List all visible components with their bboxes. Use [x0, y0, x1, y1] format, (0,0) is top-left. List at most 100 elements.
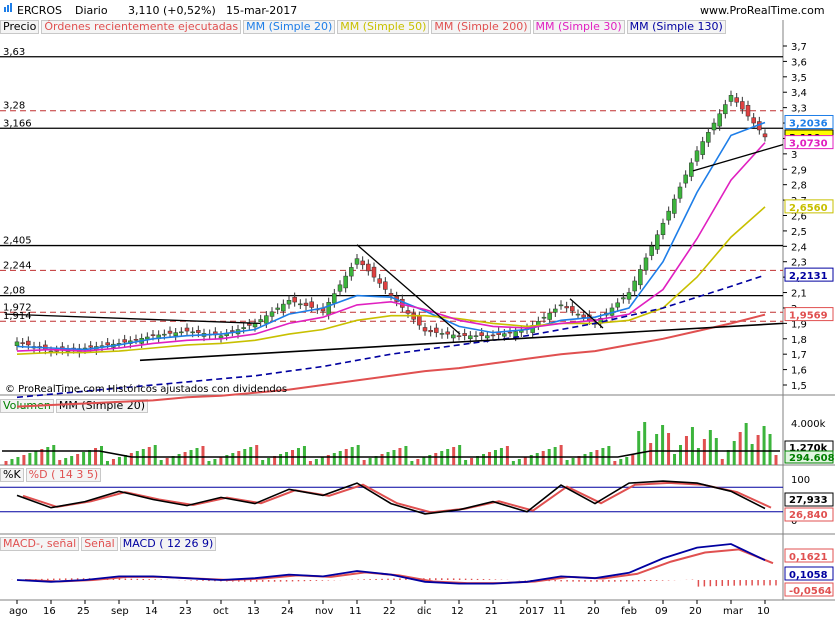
volume-bar [82, 452, 86, 465]
volume-bar [100, 446, 104, 465]
x-tick-label: 14 [145, 606, 158, 617]
x-tick-label: oct [213, 606, 229, 617]
volume-bar [649, 443, 653, 465]
price-tick-label: 3,3 [791, 104, 807, 115]
trendline [4, 313, 261, 325]
volume-bar [774, 455, 778, 465]
price-tick-label: 1,7 [791, 350, 807, 361]
candle-body [666, 210, 671, 221]
candle-body [88, 345, 93, 348]
volume-bar [177, 454, 181, 465]
volume-bar [4, 461, 8, 465]
chart-canvas[interactable]: 3,73,63,53,43,33,23,132,92,82,72,62,52,4… [0, 0, 835, 620]
candle-body [360, 260, 365, 266]
candle-body [428, 330, 433, 333]
candle-body [711, 122, 717, 131]
candle-body [632, 280, 637, 292]
candle-body [660, 222, 666, 236]
candle-body [241, 327, 246, 330]
volume-bar [285, 452, 289, 465]
candle-body [133, 339, 139, 341]
candle-body [626, 292, 632, 300]
candle-body [485, 335, 490, 339]
volume-bar [70, 456, 74, 465]
price-tick-label: 2,8 [791, 181, 807, 192]
candle-body [507, 331, 513, 334]
x-tick-label: 23 [179, 606, 192, 617]
chart-footnote: © ProRealTime.com Históricos ajustados c… [5, 383, 287, 395]
price-tick-label: 3,7 [791, 42, 807, 53]
volume-bar [768, 434, 772, 465]
volume-bar [231, 453, 235, 465]
volume-bar [237, 451, 241, 465]
candle-body [655, 234, 660, 250]
candle-body [745, 105, 751, 117]
candle-body [581, 314, 586, 318]
volume-bar [183, 452, 187, 465]
x-tick-label: nov [315, 606, 333, 617]
volume-bar [64, 458, 68, 465]
value-tag-label: -0,0564 [789, 586, 832, 597]
candle-body [462, 333, 467, 336]
level-label: 3,166 [3, 118, 32, 129]
candle-body [230, 330, 235, 332]
value-tag-label: 1,9569 [789, 311, 828, 322]
value-tag-label: 26,840 [789, 510, 828, 521]
candle-body [638, 269, 643, 286]
volume-bar [673, 454, 677, 465]
price-tick-label: 1,6 [791, 366, 807, 377]
level-label: 1,914 [3, 311, 32, 322]
volume-bar [308, 461, 312, 465]
candle-body [621, 297, 626, 300]
volume-bar [368, 458, 372, 465]
volume-bar [34, 451, 38, 465]
volume-bar [523, 457, 527, 465]
price-tick-label: 2,4 [791, 242, 807, 253]
volume-bar [452, 447, 456, 465]
volume-bar [129, 453, 133, 465]
volume-bar [631, 455, 635, 465]
volume-bar [159, 460, 163, 465]
level-label: 2,244 [3, 260, 32, 271]
volume-bar [350, 447, 354, 465]
volume-bar [320, 457, 324, 465]
candle-body [247, 323, 252, 326]
volume-bar [410, 461, 414, 465]
volume-bar [571, 458, 575, 465]
volume-bar [28, 453, 32, 465]
volume-bar [464, 460, 468, 465]
candle-body [451, 334, 456, 339]
candle-body [700, 141, 705, 155]
candle-body [728, 95, 734, 102]
volume-bar [153, 445, 157, 465]
candle-body [349, 267, 354, 277]
volume-bar [332, 453, 336, 465]
volume-bar [708, 430, 712, 465]
candle-body [723, 104, 728, 115]
value-tag-label: 2,2131 [789, 271, 828, 282]
price-tick-label: 1,8 [791, 335, 807, 346]
x-tick-label: 10 [757, 606, 770, 617]
candle-body [575, 313, 581, 316]
x-tick-label: 16 [43, 606, 56, 617]
candle-body [513, 331, 518, 337]
volume-bar [589, 452, 593, 465]
volume-bar [762, 426, 766, 465]
candle-body [445, 331, 450, 335]
volume-bar [458, 445, 462, 465]
macd-signal-line [24, 548, 774, 585]
volume-bar [619, 459, 623, 465]
price-tick-label: 3,6 [791, 57, 807, 68]
price-tick-label: 2,3 [791, 258, 807, 269]
candle-body [275, 307, 280, 310]
x-tick-label: sep [111, 606, 129, 617]
volume-bar [541, 451, 545, 465]
x-tick-label: mar [723, 606, 744, 617]
volume-bar [655, 434, 659, 465]
volume-bar [267, 458, 271, 465]
value-tag-label: 0,1621 [789, 552, 828, 563]
candle-body [371, 266, 377, 278]
volume-bar [750, 444, 754, 465]
volume-bar [738, 432, 742, 465]
candle-body [252, 323, 258, 328]
